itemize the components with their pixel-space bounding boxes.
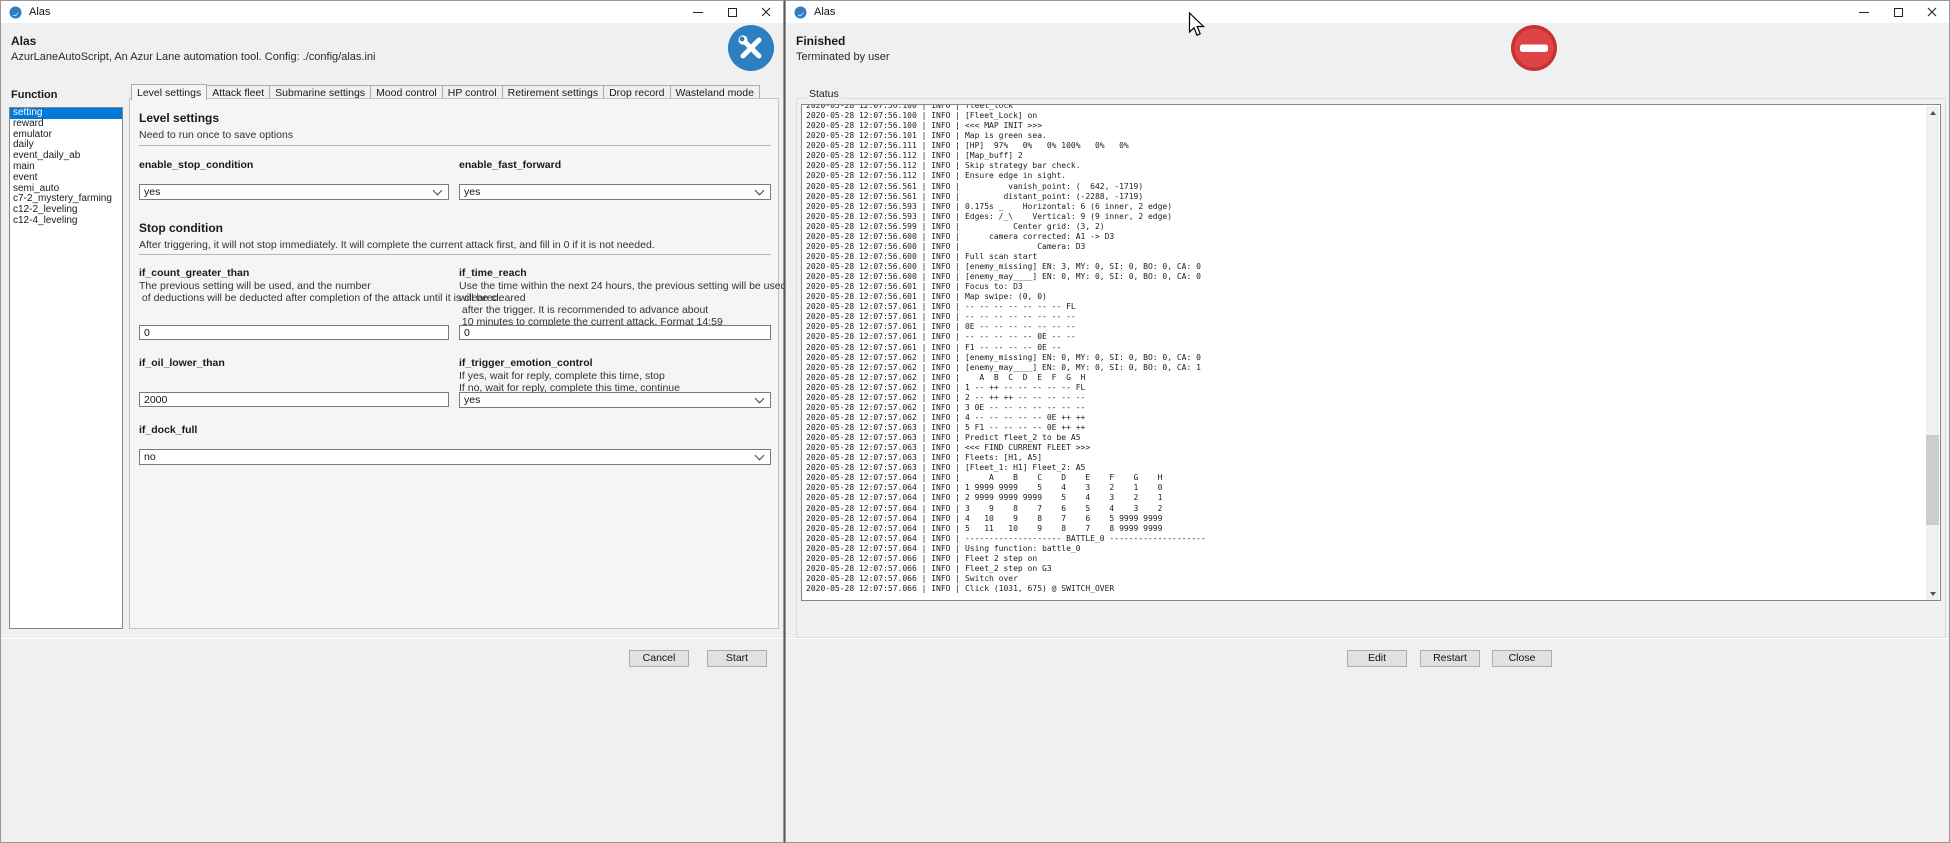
minimize-icon bbox=[693, 12, 703, 13]
if-time-desc-line1: Use the time within the next 24 hours, t… bbox=[459, 280, 818, 292]
close-icon bbox=[761, 7, 771, 17]
log-scrollbar[interactable] bbox=[1926, 106, 1939, 601]
close-button[interactable] bbox=[1915, 1, 1949, 23]
divider bbox=[1, 638, 783, 639]
if-trigger-emotion-control-label: if_trigger_emotion_control bbox=[459, 357, 593, 369]
function-item-c12-4_leveling[interactable]: c12-4_leveling bbox=[10, 216, 122, 227]
mouse-cursor bbox=[1188, 12, 1206, 38]
enable-stop-condition-label: enable_stop_condition bbox=[139, 159, 253, 171]
edit-button[interactable]: Edit bbox=[1347, 650, 1407, 667]
run-state-title: Finished bbox=[796, 34, 845, 48]
if-emotion-desc-line1: If yes, wait for reply, complete this ti… bbox=[459, 370, 665, 382]
tab-page-level-settings bbox=[129, 98, 779, 629]
if-trigger-emotion-control-select[interactable]: yes bbox=[459, 392, 771, 408]
function-panel-label: Function bbox=[11, 89, 57, 101]
if-oil-lower-than-label: if_oil_lower_than bbox=[139, 357, 225, 369]
start-button[interactable]: Start bbox=[707, 650, 767, 667]
cancel-button[interactable]: Cancel bbox=[629, 650, 689, 667]
if-dock-full-label: if_dock_full bbox=[139, 424, 197, 436]
maximize-button[interactable] bbox=[1881, 1, 1915, 23]
tab-submarine-settings[interactable]: Submarine settings bbox=[270, 85, 371, 99]
if-time-desc-line3: after the trigger. It is recommended to … bbox=[459, 304, 708, 316]
close-button[interactable] bbox=[749, 1, 783, 23]
if-count-input[interactable] bbox=[139, 325, 449, 340]
enable-stop-condition-select[interactable]: yes bbox=[139, 184, 449, 200]
alas-icon bbox=[9, 6, 22, 19]
if-count-desc-line1: The previous setting will be used, and t… bbox=[139, 280, 371, 292]
window-title: Alas bbox=[29, 6, 50, 18]
restart-button[interactable]: Restart bbox=[1420, 650, 1480, 667]
if-time-input[interactable] bbox=[459, 325, 771, 340]
arrow-up-icon bbox=[1930, 111, 1936, 115]
alas-icon bbox=[794, 6, 807, 19]
tab-retirement-settings[interactable]: Retirement settings bbox=[503, 85, 604, 99]
status-titlebar[interactable]: Alas bbox=[786, 1, 1949, 23]
maximize-icon bbox=[1894, 8, 1903, 17]
status-group-label: Status bbox=[806, 88, 842, 100]
window-title: Alas bbox=[814, 6, 835, 18]
enable-fast-forward-label: enable_fast_forward bbox=[459, 159, 561, 171]
if-oil-input[interactable] bbox=[139, 392, 449, 407]
if-count-greater-than-label: if_count_greater_than bbox=[139, 267, 249, 279]
app-subtitle: AzurLaneAutoScript, An Azur Lane automat… bbox=[11, 51, 375, 63]
divider bbox=[139, 145, 771, 146]
divider bbox=[786, 638, 1949, 639]
tab-bar: Level settingsAttack fleetSubmarine sett… bbox=[131, 84, 760, 99]
tab-drop-record[interactable]: Drop record bbox=[604, 85, 670, 99]
scroll-down-button[interactable] bbox=[1926, 587, 1939, 601]
config-titlebar[interactable]: Alas bbox=[1, 1, 783, 23]
arrow-down-icon bbox=[1930, 592, 1936, 596]
tab-wasteland-mode[interactable]: Wasteland mode bbox=[671, 85, 760, 99]
chevron-down-icon bbox=[755, 451, 765, 461]
tab-level-settings[interactable]: Level settings bbox=[131, 84, 207, 100]
minimize-button[interactable] bbox=[681, 1, 715, 23]
function-item-event[interactable]: event bbox=[10, 173, 122, 184]
tab-hp-control[interactable]: HP control bbox=[443, 85, 503, 99]
divider bbox=[139, 254, 771, 255]
log-output: 2020-05-28 12:07:56.100 | INFO | fleet_l… bbox=[806, 104, 1206, 594]
log-scroll-area[interactable]: 2020-05-28 12:07:56.100 | INFO | fleet_l… bbox=[801, 104, 1941, 601]
run-state-subtitle: Terminated by user bbox=[796, 51, 890, 63]
alas-config-window: Alas Alas AzurLaneAutoScript, An Azur La… bbox=[0, 0, 784, 843]
function-item-reward[interactable]: reward bbox=[10, 119, 122, 130]
minimize-button[interactable] bbox=[1847, 1, 1881, 23]
maximize-button[interactable] bbox=[715, 1, 749, 23]
alas-status-window: Alas Finished Terminated by user Status … bbox=[785, 0, 1950, 843]
section-level-settings-desc: Need to run once to save options bbox=[139, 129, 293, 141]
if-count-desc-line2: of deductions will be deducted after com… bbox=[139, 292, 501, 304]
stop-sign-icon bbox=[1511, 25, 1557, 71]
screen: Alas Alas AzurLaneAutoScript, An Azur La… bbox=[0, 0, 1950, 843]
section-stop-condition-title: Stop condition bbox=[139, 221, 223, 235]
scrollbar-thumb[interactable] bbox=[1926, 435, 1939, 525]
app-title: Alas bbox=[11, 34, 36, 48]
enable-fast-forward-select[interactable]: yes bbox=[459, 184, 771, 200]
section-stop-condition-desc: After triggering, it will not stop immed… bbox=[139, 239, 655, 251]
if-time-reach-label: if_time_reach bbox=[459, 267, 527, 279]
chevron-down-icon bbox=[755, 394, 765, 404]
tab-attack-fleet[interactable]: Attack fleet bbox=[207, 85, 270, 99]
scroll-up-button[interactable] bbox=[1926, 106, 1939, 120]
section-level-settings-title: Level settings bbox=[139, 111, 219, 125]
tools-logo-icon bbox=[728, 25, 774, 71]
function-list: settingrewardemulatordailyevent_daily_ab… bbox=[9, 107, 123, 629]
if-time-desc-line2: will be cleared bbox=[459, 292, 526, 304]
chevron-down-icon bbox=[755, 186, 765, 196]
maximize-icon bbox=[728, 8, 737, 17]
chevron-down-icon bbox=[433, 186, 443, 196]
minimize-icon bbox=[1859, 12, 1869, 13]
close-window-button[interactable]: Close bbox=[1492, 650, 1552, 667]
if-dock-full-select[interactable]: no bbox=[139, 449, 771, 465]
tab-mood-control[interactable]: Mood control bbox=[371, 85, 443, 99]
close-icon bbox=[1927, 7, 1937, 17]
